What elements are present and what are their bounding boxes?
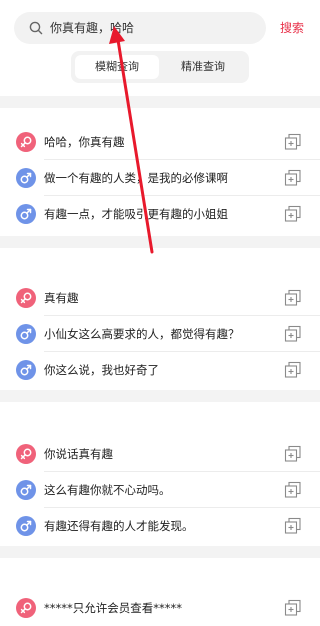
male-icon [16, 324, 36, 344]
search-button[interactable]: 搜索 [280, 12, 304, 44]
copy-icon[interactable] [284, 133, 302, 151]
copy-icon[interactable] [284, 361, 302, 379]
copy-icon[interactable] [284, 325, 302, 343]
result-group: 真有趣小仙女这么高要求的人，都觉得有趣？ 你这么说，我也好奇了 [0, 280, 320, 388]
list-item[interactable]: 做一个有趣的人类，是我的必修课啊 [0, 160, 320, 196]
list-item-text: 真有趣 [44, 291, 79, 305]
group-separator [0, 390, 320, 402]
list-item[interactable]: 真有趣 [0, 280, 320, 316]
copy-icon[interactable] [284, 599, 302, 617]
female-icon [16, 444, 36, 464]
list-item[interactable]: *****只允许会员查看***** [0, 590, 320, 626]
female-icon [16, 288, 36, 308]
female-icon [16, 132, 36, 152]
list-item-text: 有趣还得有趣的人才能发现。 [44, 519, 194, 533]
query-mode-toggle: 模糊查询 精准查询 [71, 51, 249, 83]
copy-icon[interactable] [284, 481, 302, 499]
list-item-text: 哈哈，你真有趣 [44, 135, 125, 149]
list-item[interactable]: 你这么说，我也好奇了 [0, 352, 320, 388]
top-bar: 你真有趣，哈哈 搜索 模糊查询 精准查询 [0, 0, 320, 96]
list-item[interactable]: 这么有趣你就不心动吗。 [0, 472, 320, 508]
male-icon [16, 168, 36, 188]
list-item-text: *****只允许会员查看***** [44, 601, 182, 615]
male-icon [16, 480, 36, 500]
list-item-text: 你说话真有趣 [44, 447, 113, 461]
copy-icon[interactable] [284, 517, 302, 535]
copy-icon[interactable] [284, 205, 302, 223]
result-group: 你说话真有趣这么有趣你就不心动吗。有趣还得有趣的人才能发现。 [0, 436, 320, 544]
list-item[interactable]: 小仙女这么高要求的人，都觉得有趣？ [0, 316, 320, 352]
copy-icon[interactable] [284, 169, 302, 187]
copy-icon[interactable] [284, 289, 302, 307]
female-icon [16, 598, 36, 618]
list-item[interactable]: 有趣还得有趣的人才能发现。 [0, 508, 320, 544]
list-item[interactable]: 哈哈，你真有趣 [0, 124, 320, 160]
search-input[interactable]: 你真有趣，哈哈 [50, 12, 134, 44]
search-icon [29, 21, 43, 35]
list-item-text: 小仙女这么高要求的人，都觉得有趣？ [44, 327, 240, 341]
tab-fuzzy-query[interactable]: 模糊查询 [75, 55, 159, 79]
group-separator [0, 96, 320, 108]
male-icon [16, 360, 36, 380]
tab-exact-query[interactable]: 精准查询 [161, 55, 245, 79]
male-icon [16, 516, 36, 536]
copy-icon[interactable] [284, 445, 302, 463]
search-box[interactable]: 你真有趣，哈哈 [14, 12, 266, 44]
group-separator [0, 236, 320, 248]
list-item-text: 你这么说，我也好奇了 [44, 363, 159, 377]
list-item[interactable]: 你说话真有趣 [0, 436, 320, 472]
list-item[interactable]: 有趣一点，才能吸引更有趣的小姐姐 [0, 196, 320, 232]
list-item-text: 这么有趣你就不心动吗。 [44, 483, 171, 497]
result-group: *****只允许会员查看***** [0, 590, 320, 626]
list-item-text: 做一个有趣的人类，是我的必修课啊 [44, 171, 228, 185]
result-group: 哈哈，你真有趣做一个有趣的人类，是我的必修课啊 有趣一点，才能吸引更有趣的小姐姐 [0, 124, 320, 232]
group-separator [0, 546, 320, 558]
list-item-text: 有趣一点，才能吸引更有趣的小姐姐 [44, 207, 228, 221]
male-icon [16, 204, 36, 224]
